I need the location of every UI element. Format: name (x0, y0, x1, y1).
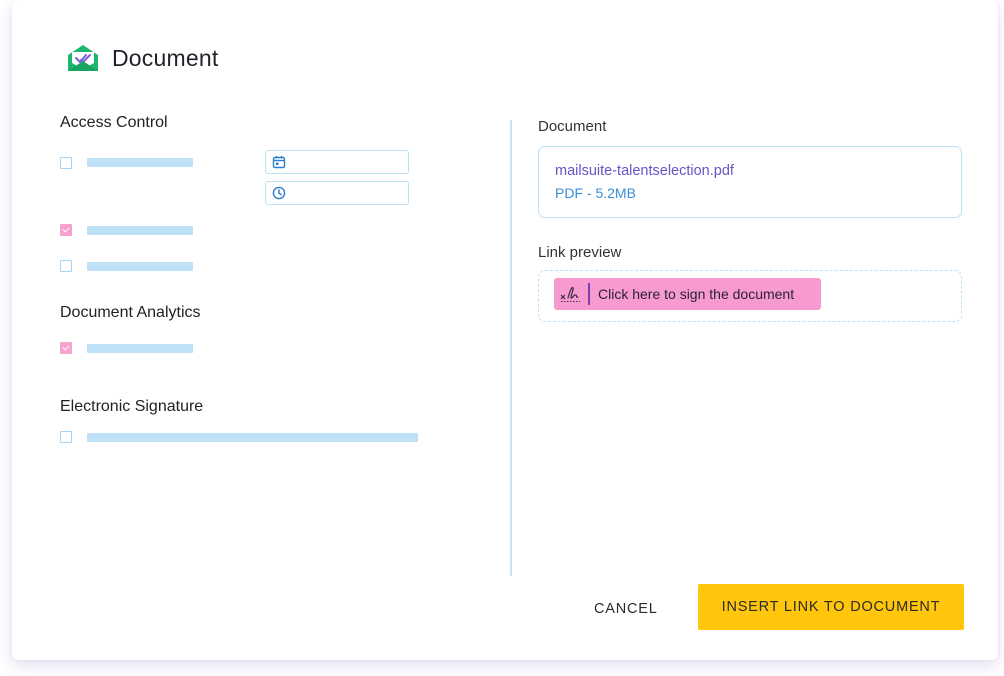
analytics-option-checkbox[interactable] (60, 342, 72, 354)
envelope-check-icon (68, 45, 98, 71)
document-dialog: Document Access Control Document Analyti… (12, 0, 998, 660)
electronic-signature-heading: Electronic Signature (60, 398, 204, 415)
clock-icon (272, 186, 286, 200)
dialog-header: Document (66, 42, 218, 74)
access-option-1-label (87, 158, 193, 167)
link-preview-label: Link preview (538, 244, 622, 261)
document-file-meta: PDF - 5.2MB (555, 185, 636, 201)
sign-link-text: Click here to sign the document (598, 286, 795, 302)
cancel-button[interactable]: CANCEL (594, 596, 674, 622)
dialog-title: Document (112, 44, 219, 71)
access-option-1-checkbox[interactable] (60, 157, 72, 169)
access-option-2-checkbox[interactable] (60, 224, 72, 236)
access-option-3-label (87, 262, 193, 271)
insert-link-button[interactable]: INSERT LINK TO DOCUMENT (698, 584, 964, 630)
sign-document-link[interactable]: Click here to sign the document (554, 278, 821, 310)
access-control-heading: Access Control (60, 114, 168, 131)
signature-icon (554, 283, 590, 305)
document-analytics-heading: Document Analytics (60, 304, 201, 321)
column-divider (510, 120, 512, 576)
analytics-option-label (87, 344, 193, 353)
signature-option-checkbox[interactable] (60, 431, 72, 443)
document-card[interactable]: mailsuite-talentselection.pdf PDF - 5.2M… (538, 146, 962, 218)
link-preview-box: Click here to sign the document (538, 270, 962, 322)
time-field[interactable] (265, 181, 409, 205)
calendar-icon (272, 156, 286, 169)
document-label: Document (538, 118, 607, 135)
document-file-name: mailsuite-talentselection.pdf (555, 163, 734, 179)
access-option-2-label (87, 226, 193, 235)
access-option-3-checkbox[interactable] (60, 260, 72, 272)
date-field[interactable] (265, 150, 409, 174)
signature-option-label (87, 433, 418, 442)
